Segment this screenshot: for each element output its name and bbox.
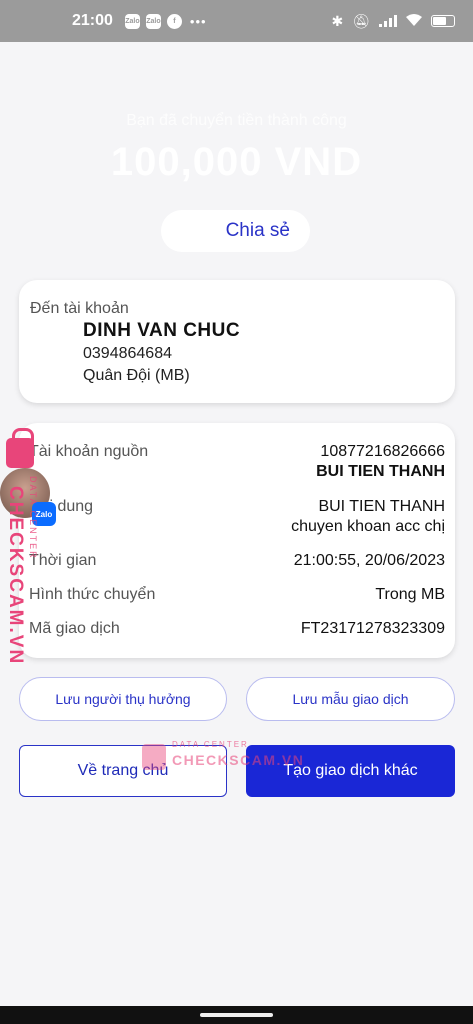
mute-icon: 🔕︎ <box>352 12 370 29</box>
method-value: Trong MB <box>375 586 445 603</box>
system-icons: ✱ 🔕︎ <box>331 13 455 30</box>
save-template-button[interactable]: Lưu mẫu giao dịch <box>246 677 455 721</box>
share-button[interactable]: Chia sẻ <box>161 210 310 252</box>
transfer-amount: 100,000 VND <box>110 140 363 184</box>
watermark-small-text: DATA CENTER <box>172 740 249 749</box>
zalo-notification-icon: Zalo <box>124 13 140 29</box>
wifi-icon <box>406 13 422 29</box>
watermark-center: DATA CENTER CHECKSCAM.VN <box>142 736 305 776</box>
content-line-1: BUI TIEN THANH <box>318 498 445 515</box>
transaction-id-value: FT23171278323309 <box>300 620 445 637</box>
watermark-lock-icon <box>6 428 34 468</box>
battery-icon <box>431 15 455 27</box>
success-message: Bạn đã chuyển tiền thành công <box>126 112 347 129</box>
save-beneficiary-button[interactable]: Lưu người thụ hưởng <box>19 677 227 721</box>
destination-label: Đến tài khoản <box>30 300 129 317</box>
notification-icons: Zalo Zalo f ••• <box>124 13 207 29</box>
recipient-account: 0394864684 <box>83 345 172 362</box>
recipient-name: DINH VAN CHUC <box>83 320 241 341</box>
watermark-brand-text: CHECKSCAM.VN <box>5 486 26 666</box>
transaction-details-card: Tài khoản nguồn 10877216826666 BUI TIEN … <box>19 423 455 658</box>
watermark-brand-text: CHECKSCAM.VN <box>172 752 305 768</box>
source-account-name: BUI TIEN THANH <box>316 463 445 480</box>
status-time: 21:00 <box>72 12 113 29</box>
content-line-2: chuyen khoan acc chị <box>291 518 445 535</box>
watermark-lock-icon <box>142 744 166 770</box>
destination-card: Đến tài khoản DINH VAN CHUC 0394864684 Q… <box>19 280 455 403</box>
time-value: 21:00:55, 20/06/2023 <box>293 552 445 569</box>
source-account-number: 10877216826666 <box>320 443 445 460</box>
zalo-notification-icon: Zalo <box>145 13 161 29</box>
status-bar: 21:00 Zalo Zalo f ••• ✱ 🔕︎ <box>0 0 473 42</box>
watermark-left: Zalo DATA CENTER CHECKSCAM.VN <box>0 428 64 665</box>
bluetooth-icon: ✱ <box>331 12 344 29</box>
recipient-bank: Quân Đội (MB) <box>83 367 190 384</box>
facebook-icon: f <box>166 13 182 29</box>
watermark-small-text: DATA CENTER <box>28 476 38 560</box>
more-notifications-icon: ••• <box>189 13 207 29</box>
home-indicator[interactable] <box>200 1013 273 1017</box>
signal-icon <box>379 15 397 27</box>
